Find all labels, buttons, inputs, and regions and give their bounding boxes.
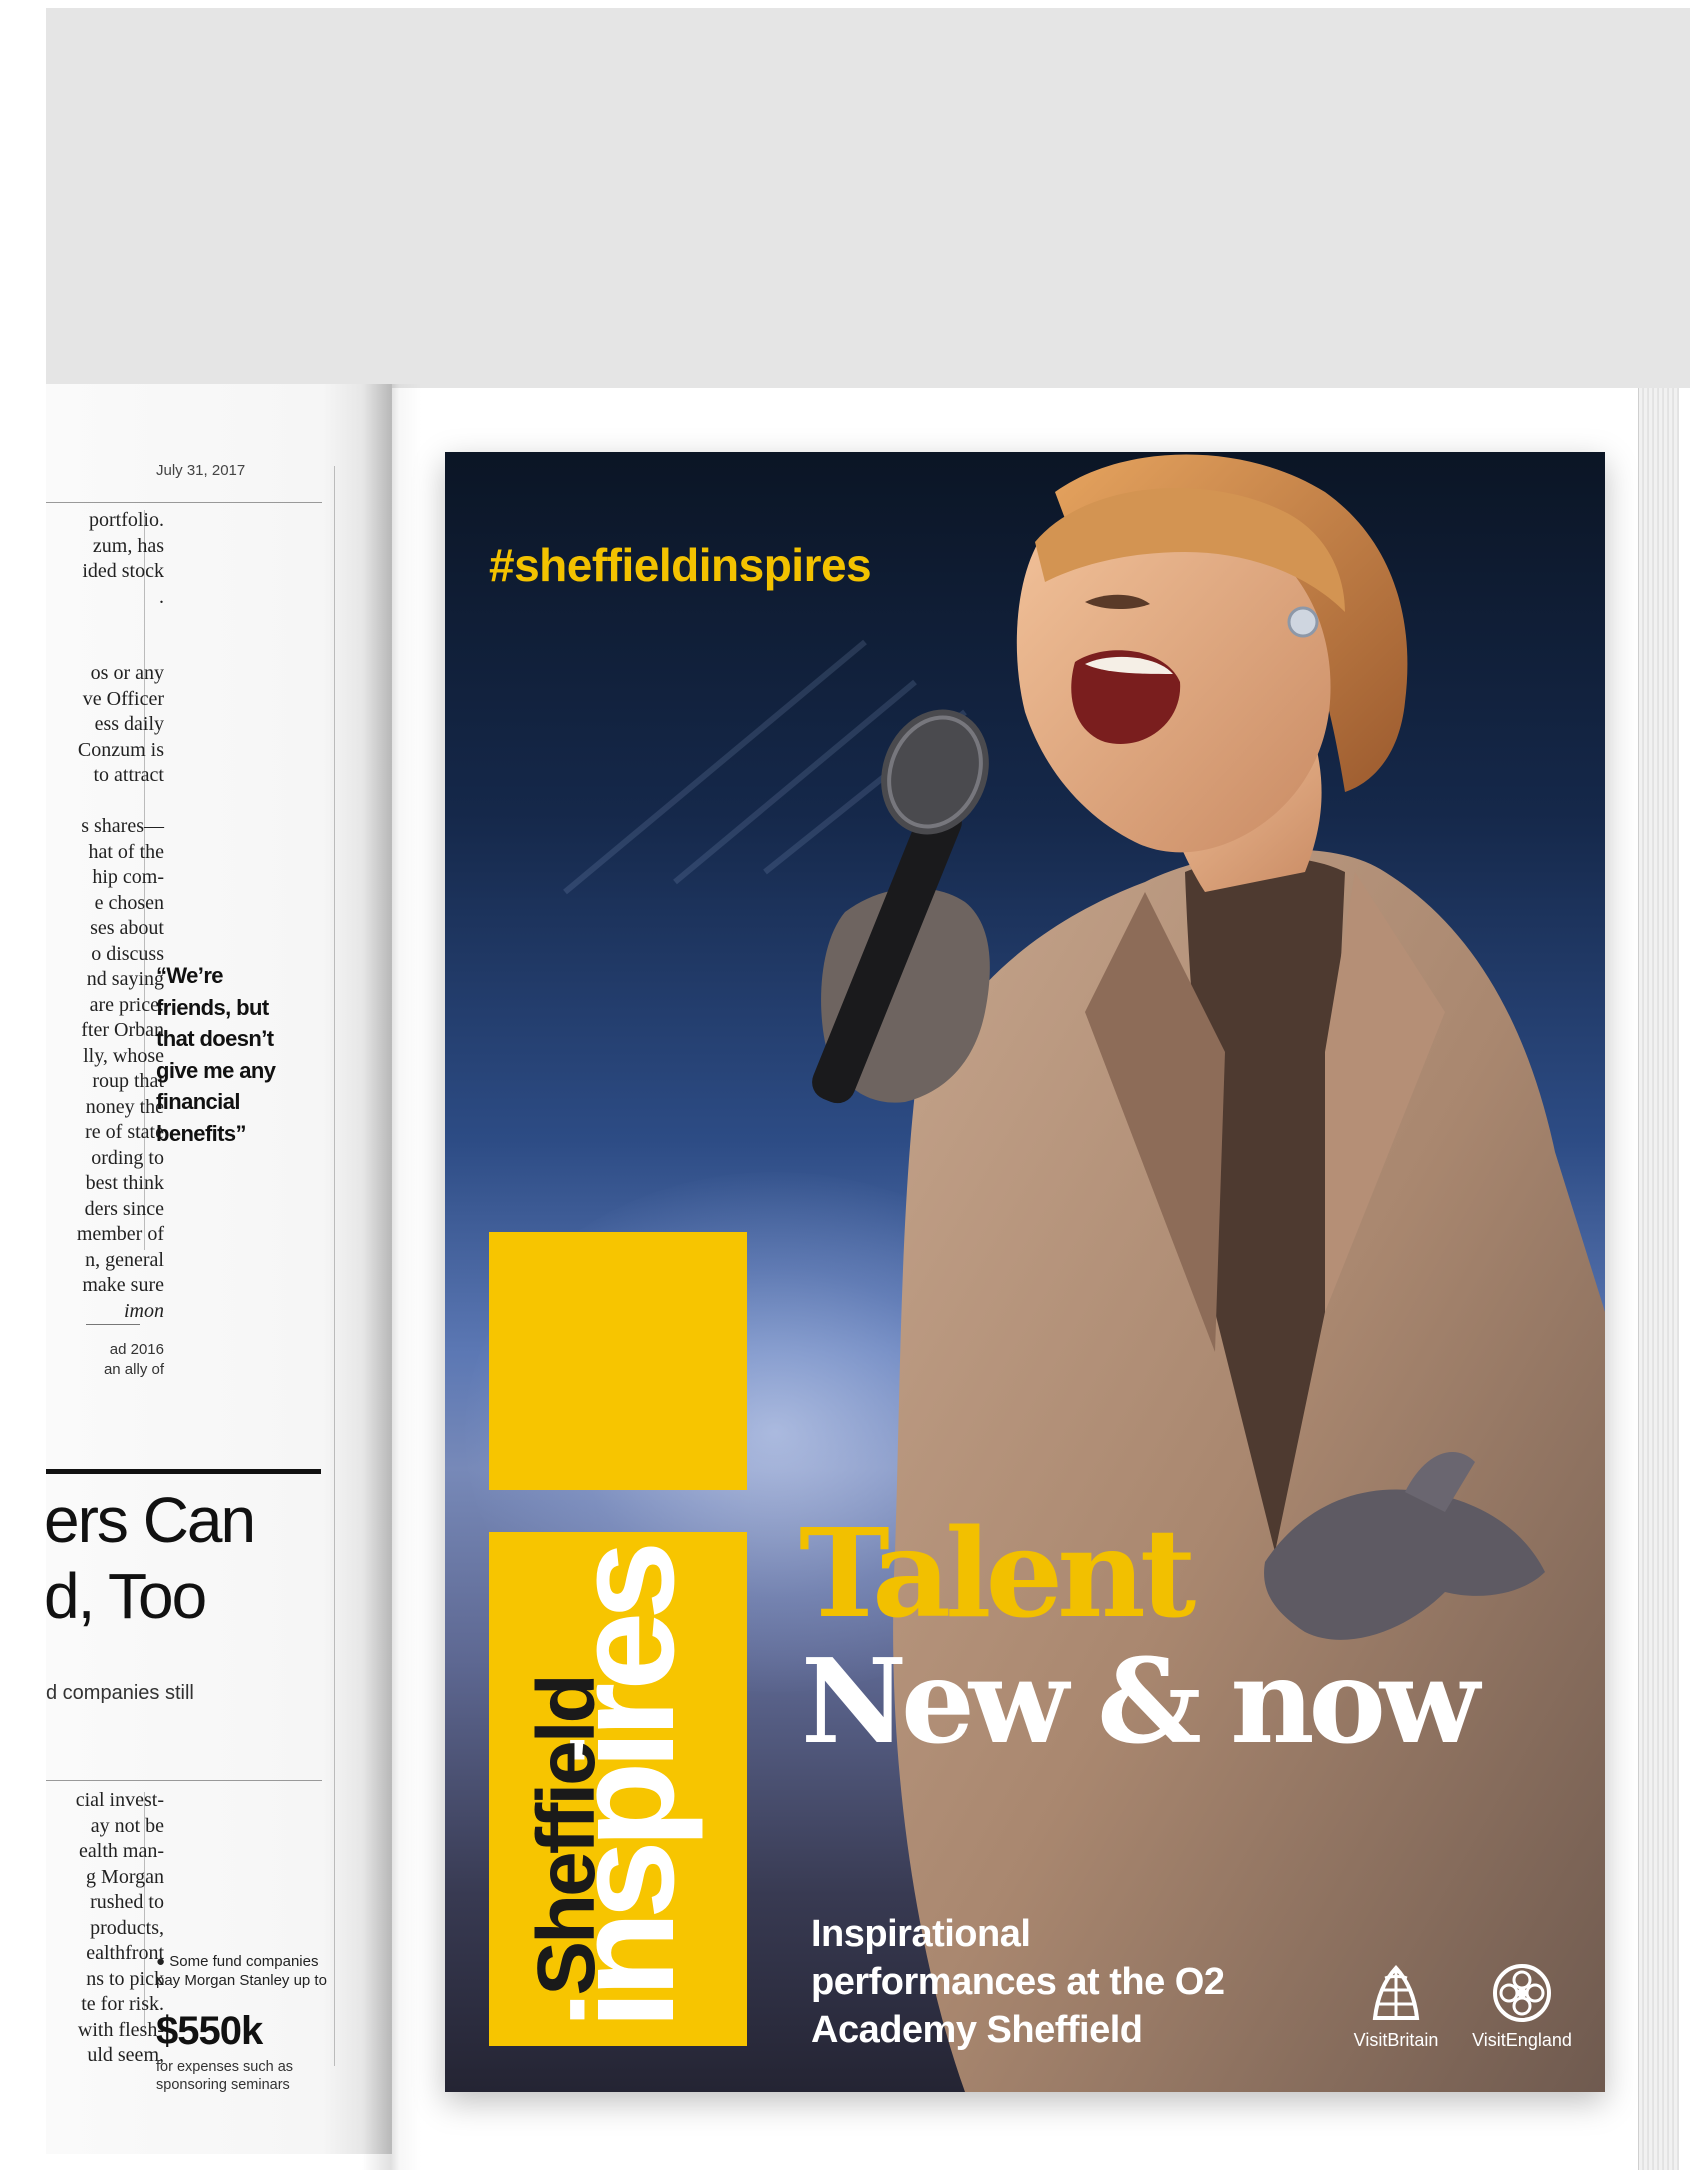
body-rule — [46, 1780, 322, 1781]
article-column-mid: os or any ve Officer ess daily Conzum is t… — [77, 662, 164, 786]
sheffield-inspires-poster: #sheffieldinspires inspires Sheffield Ta… — [445, 452, 1605, 2092]
article-column-top: portfolio. zum, has ided stock. — [82, 509, 164, 608]
in-ear-monitor — [1287, 606, 1319, 638]
pull-quote: “We’re friends, but that doesn’t give me… — [156, 963, 276, 1146]
issue-date: July 31, 2017 — [156, 462, 246, 479]
article-column-bottom: cial invest-ay not be ealth man-g Morgan… — [75, 1789, 164, 2066]
article-column-main: s shares— hat of the hip com-e chosen ses… — [76, 815, 164, 1322]
article-headline: ers Can d, Too — [46, 1484, 256, 1632]
title-talent: Talent — [799, 1501, 1196, 1645]
brand-sheffield: Sheffield — [521, 1676, 612, 1996]
column-rule — [334, 466, 335, 2066]
poster-tagline: Inspirational performances at the O2 Aca… — [811, 1913, 1225, 2051]
left-magazine-page: July 31, 2017 portfolio. zum, has ided st… — [46, 384, 392, 2154]
sheffield-inspires-logo-block: inspires Sheffield — [489, 1532, 747, 2046]
visitengland-label: VisitEngland — [1472, 2030, 1572, 2050]
fund-note-small: for expenses such as sponsoring seminars — [156, 2059, 294, 2093]
gutter-shadow — [362, 384, 422, 2170]
page-edges — [1638, 388, 1679, 2170]
gray-background-band — [46, 8, 1690, 388]
poster-hashtag: #sheffieldinspires — [489, 539, 872, 591]
fund-amount: $550k — [156, 2009, 263, 2053]
lion-unicorn-icon — [1372, 1965, 1420, 2020]
section-rule — [46, 1469, 321, 1474]
article-subhead: d companies still — [46, 1682, 194, 1704]
title-new-and-now: New & now — [801, 1634, 1480, 1770]
visitbritain-logo: VisitBritain — [1331, 1960, 1461, 2051]
top-rule — [46, 502, 322, 503]
article-column-footnote: ad 2016 an ally of — [103, 1341, 164, 1378]
yellow-square-block — [489, 1232, 747, 1490]
footnote-rule — [86, 1324, 140, 1325]
visitengland-logo: VisitEngland — [1447, 1960, 1597, 2051]
visitbritain-label: VisitBritain — [1353, 2030, 1439, 2050]
fund-note: ● Some fund companies pay Morgan Stanley… — [156, 1953, 327, 1989]
tudor-rose-icon — [1493, 1964, 1551, 2022]
